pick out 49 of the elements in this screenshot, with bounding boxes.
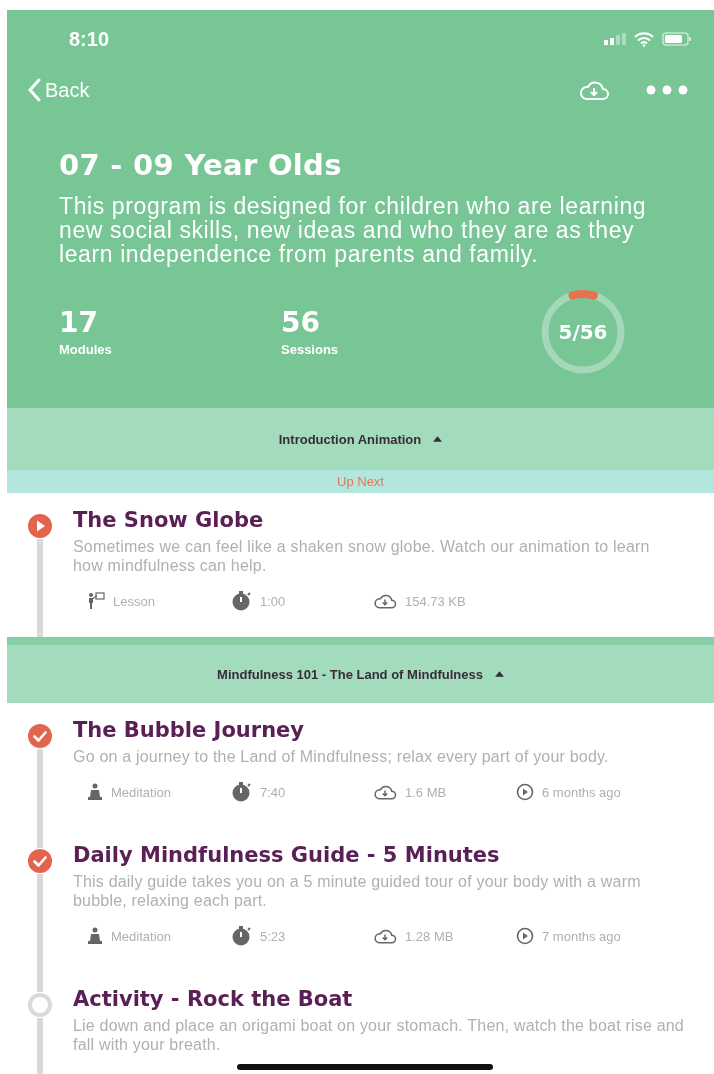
play-circle-icon [516, 927, 534, 945]
session-meta-text: 6 months ago [542, 784, 621, 800]
session-description: Sometimes we can feel like a shaken snow globe. Watch our animation to learn how mindfulness can help. [73, 537, 651, 575]
session-meta-text: 1.28 MB [405, 928, 454, 944]
session-title[interactable]: Daily Mindfulness Guide - 5 Minutes [73, 842, 694, 868]
session-description: Go on a journey to the Land of Mindfulness; relax every part of your body. [73, 747, 610, 766]
session-meta-text: 154.73 KB [405, 593, 466, 609]
session-meta-text: Meditation [111, 784, 171, 800]
up-next-label: Up Next [337, 474, 384, 489]
stopwatch-icon [230, 591, 252, 611]
progress-count: 5/56 [558, 320, 608, 344]
cloud-download-icon [373, 592, 397, 610]
back-chevron-icon [27, 78, 41, 102]
meditating-person-icon [87, 927, 103, 945]
teacher-icon [87, 592, 105, 610]
stat-label: Sessions [281, 341, 340, 357]
stat-label: Modules [59, 341, 113, 357]
program-description: This program is designed for children who are learning new social skills, new ideas and who they are as they learn independence from parents and family. [59, 194, 648, 266]
signal-icon [604, 33, 626, 45]
session-description: Lie down and place an origami boat on your stomach. Then, watch the boat rise and fall with your breath. [73, 1016, 685, 1054]
more-dots-icon [646, 85, 688, 95]
status-time: 8:10 [69, 27, 110, 51]
meditating-person-icon [87, 783, 103, 801]
battery-icon [662, 32, 692, 46]
session-title[interactable]: Activity - Rock the Boat [73, 986, 694, 1012]
stat-value: 17 [59, 307, 99, 338]
session-meta-text: 1:00 [260, 593, 286, 609]
module-header[interactable]: Mindfulness 101 - The Land of Mindfulness [7, 637, 714, 703]
session-meta-text: Lesson [113, 593, 155, 609]
session-meta-text: 1.6 MB [405, 784, 447, 800]
cloud-download-icon [373, 927, 397, 945]
session-meta-text: 7:40 [260, 784, 286, 800]
wifi-icon [634, 31, 654, 47]
session-meta-text: Meditation [111, 928, 171, 944]
stat-value: 56 [281, 307, 321, 338]
session-meta-text: 7 months ago [542, 928, 621, 944]
cloud-download-icon [373, 783, 397, 801]
caret-icon [494, 671, 504, 677]
play-circle-icon [516, 783, 534, 801]
stopwatch-icon [230, 926, 252, 946]
more-button[interactable] [646, 85, 688, 95]
session-title[interactable]: The Bubble Journey [73, 717, 694, 743]
program-title: 07 - 09 Year Olds [59, 148, 343, 182]
session-description: This daily guide takes you on a 5 minute guided tour of your body with a warm bubble, relaxing each part. [73, 872, 642, 910]
session-title[interactable]: The Snow Globe [73, 507, 694, 533]
module-header[interactable]: Introduction Animation [7, 408, 714, 470]
session-meta-text: 5:23 [260, 928, 286, 944]
stopwatch-icon [230, 782, 252, 802]
caret-icon [433, 436, 443, 442]
